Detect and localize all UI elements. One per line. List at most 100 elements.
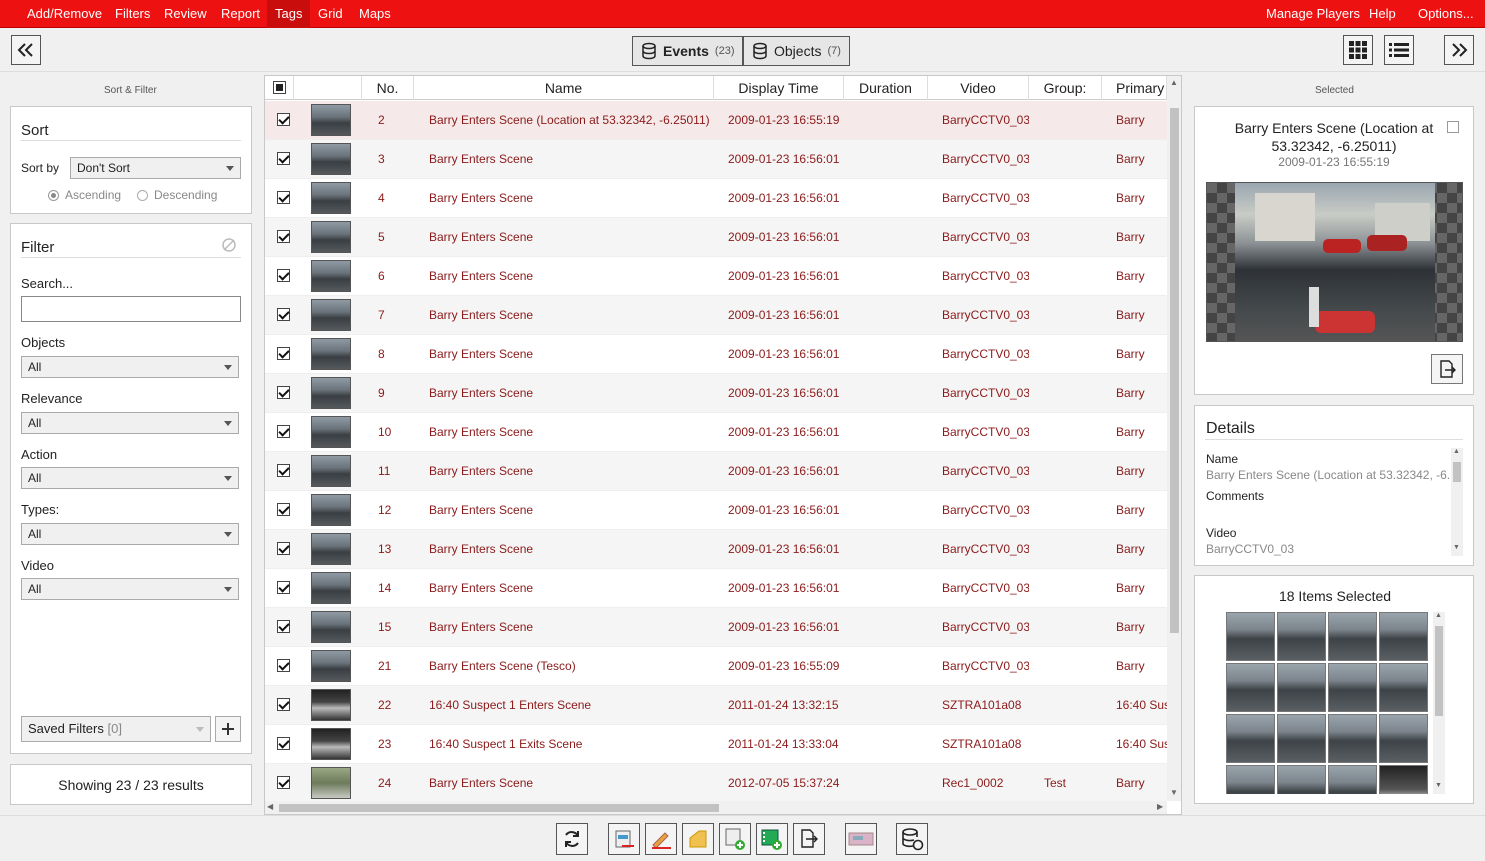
table-row[interactable]: 14 Barry Enters Scene 2009-01-23 16:56:01 B… — [265, 569, 1167, 608]
menu-report[interactable]: Report — [221, 0, 260, 28]
table-row[interactable]: 4 Barry Enters Scene 2009-01-23 16:56:01 Ba… — [265, 179, 1167, 218]
row-checkbox[interactable] — [277, 386, 290, 399]
menu-grid[interactable]: Grid — [318, 0, 343, 28]
add-saved-filter-button[interactable] — [215, 716, 241, 742]
menu-maps[interactable]: Maps — [359, 0, 391, 28]
row-checkbox[interactable] — [277, 464, 290, 477]
row-checkbox[interactable] — [277, 425, 290, 438]
row-checkbox[interactable] — [277, 698, 290, 711]
selected-thumbnail[interactable] — [1277, 765, 1326, 794]
table-row[interactable]: 15 Barry Enters Scene 2009-01-23 16:56:01 B… — [265, 608, 1167, 647]
menu-tags[interactable]: Tags — [267, 0, 311, 28]
selected-thumbnail[interactable] — [1277, 612, 1326, 661]
descending-radio[interactable] — [137, 190, 148, 201]
menu-help[interactable]: Help — [1369, 0, 1396, 28]
selected-thumbnail[interactable] — [1379, 612, 1428, 661]
table-row[interactable]: 13 Barry Enters Scene 2009-01-23 16:56:01 B… — [265, 530, 1167, 569]
table-row[interactable]: 8 Barry Enters Scene 2009-01-23 16:56:01 Ba… — [265, 335, 1167, 374]
row-checkbox[interactable] — [277, 542, 290, 555]
selected-thumbnail[interactable] — [1226, 765, 1275, 794]
selected-thumbnail[interactable] — [1226, 663, 1275, 712]
tag-button[interactable] — [682, 823, 714, 855]
row-checkbox[interactable] — [277, 269, 290, 282]
types-select[interactable]: All — [21, 523, 239, 545]
table-row[interactable]: 2 Barry Enters Scene (Location at 53.3234… — [265, 101, 1167, 140]
menu-add-remove[interactable]: Add/Remove — [27, 0, 102, 28]
horizontal-scrollbar[interactable]: ◀ ▶ — [265, 801, 1167, 814]
table-row[interactable]: 24 Barry Enters Scene 2012-07-05 15:37:24 R… — [265, 764, 1167, 803]
col-primary[interactable]: Primary Object — [1102, 76, 1167, 100]
selected-thumbnail[interactable] — [1328, 663, 1377, 712]
tab-events[interactable]: Events (23) — [632, 36, 744, 66]
selected-thumbnail[interactable] — [1379, 714, 1428, 763]
relevance-select[interactable]: All — [21, 412, 239, 434]
table-row[interactable]: 7 Barry Enters Scene 2009-01-23 16:56:01 Ba… — [265, 296, 1167, 335]
selected-thumbnail[interactable] — [1226, 714, 1275, 763]
clear-filter-icon[interactable] — [221, 237, 237, 253]
row-checkbox[interactable] — [277, 581, 290, 594]
col-no[interactable]: No. — [362, 76, 414, 100]
selected-thumbnail[interactable] — [1379, 765, 1428, 794]
row-checkbox[interactable] — [277, 620, 290, 633]
menu-filters[interactable]: Filters — [115, 0, 150, 28]
selected-thumbnail[interactable] — [1277, 714, 1326, 763]
row-checkbox[interactable] — [277, 776, 290, 789]
selected-thumbnail[interactable] — [1328, 765, 1377, 794]
table-row[interactable]: 12 Barry Enters Scene 2009-01-23 16:56:01 B… — [265, 491, 1167, 530]
database-restore-button[interactable] — [896, 823, 928, 855]
edit-button[interactable] — [645, 823, 677, 855]
saved-filters-select[interactable]: Saved Filters [0] — [21, 716, 211, 742]
row-checkbox[interactable] — [277, 191, 290, 204]
select-all-checkbox[interactable] — [273, 81, 286, 94]
collapse-left-button[interactable] — [11, 35, 41, 65]
preview-checkbox[interactable] — [1447, 121, 1459, 133]
table-row[interactable]: 23 16:40 Suspect 1 Exits Scene 2011-01-24 … — [265, 725, 1167, 764]
table-row[interactable]: 9 Barry Enters Scene 2009-01-23 16:56:01 Ba… — [265, 374, 1167, 413]
selected-thumbnail[interactable] — [1328, 714, 1377, 763]
row-checkbox[interactable] — [277, 113, 290, 126]
menu-manage-players[interactable]: Manage Players — [1266, 0, 1360, 28]
table-row[interactable]: 3 Barry Enters Scene 2009-01-23 16:56:01 Ba… — [265, 140, 1167, 179]
menu-review[interactable]: Review — [164, 0, 207, 28]
ascending-radio[interactable] — [48, 190, 59, 201]
selected-thumbnail[interactable] — [1277, 663, 1326, 712]
video-select[interactable]: All — [21, 578, 239, 600]
table-row[interactable]: 21 Barry Enters Scene (Tesco) 2009-01-23 1… — [265, 647, 1167, 686]
col-name[interactable]: Name — [414, 76, 714, 100]
row-checkbox[interactable] — [277, 659, 290, 672]
vertical-scrollbar[interactable]: ▲ ▼ — [1167, 76, 1181, 801]
selected-thumbnail[interactable] — [1328, 612, 1377, 661]
grid-view-button[interactable] — [1343, 35, 1373, 65]
search-input[interactable] — [21, 296, 241, 322]
add-note-button[interactable] — [719, 823, 751, 855]
export-button[interactable] — [1431, 354, 1463, 384]
row-checkbox[interactable] — [277, 503, 290, 516]
table-row[interactable]: 10 Barry Enters Scene 2009-01-23 16:56:01 B… — [265, 413, 1167, 452]
col-group[interactable]: Group: — [1029, 76, 1102, 100]
list-view-button[interactable] — [1384, 35, 1414, 65]
row-checkbox[interactable] — [277, 230, 290, 243]
timeline-button[interactable] — [845, 823, 877, 855]
report-button[interactable] — [608, 823, 640, 855]
export-all-button[interactable] — [793, 823, 825, 855]
row-checkbox[interactable] — [277, 347, 290, 360]
selected-thumbnail[interactable] — [1379, 663, 1428, 712]
row-checkbox[interactable] — [277, 737, 290, 750]
refresh-button[interactable] — [556, 823, 588, 855]
sort-by-select[interactable]: Don't Sort — [70, 157, 241, 179]
table-row[interactable]: 11 Barry Enters Scene 2009-01-23 16:56:01 B… — [265, 452, 1167, 491]
action-select[interactable]: All — [21, 467, 239, 489]
collapse-right-button[interactable] — [1444, 35, 1474, 65]
row-checkbox[interactable] — [277, 308, 290, 321]
col-duration[interactable]: Duration — [844, 76, 928, 100]
col-display-time[interactable]: Display Time — [714, 76, 844, 100]
table-row[interactable]: 6 Barry Enters Scene 2009-01-23 16:56:01 Ba… — [265, 257, 1167, 296]
row-checkbox[interactable] — [277, 152, 290, 165]
col-video[interactable]: Video — [928, 76, 1029, 100]
menu-options[interactable]: Options... — [1418, 0, 1474, 28]
tab-objects[interactable]: Objects (7) — [743, 36, 850, 66]
objects-select[interactable]: All — [21, 356, 239, 378]
thumbnails-scrollbar[interactable]: ▲ ▼ — [1433, 612, 1445, 794]
add-video-button[interactable] — [756, 823, 788, 855]
selected-thumbnail[interactable] — [1226, 612, 1275, 661]
